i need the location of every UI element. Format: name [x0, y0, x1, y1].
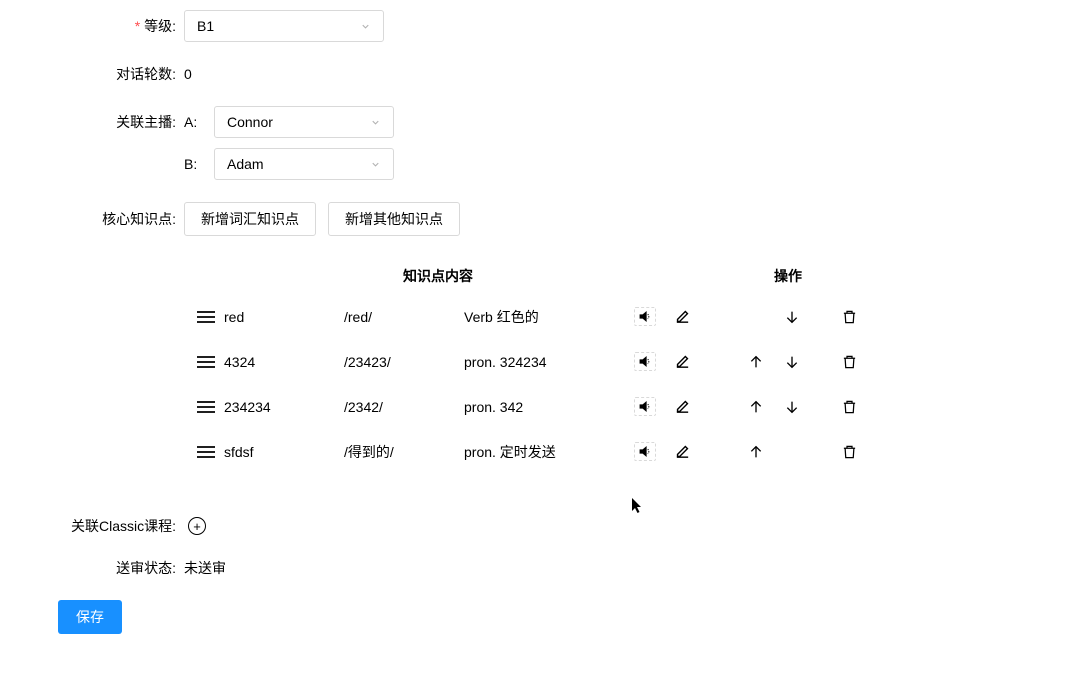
drag-handle-icon[interactable] — [188, 399, 224, 415]
cell-word: red — [224, 309, 344, 325]
add-other-button[interactable]: 新增其他知识点 — [328, 202, 460, 236]
table-row: 4324/23423/pron. 324234 — [188, 339, 888, 384]
delete-icon[interactable] — [842, 354, 857, 370]
sound-icon[interactable] — [634, 352, 656, 371]
header-action: 操作 — [688, 266, 888, 286]
table-row: red/red/Verb 红色的 — [188, 294, 888, 339]
sound-icon[interactable] — [634, 442, 656, 461]
host-a-sublabel: A: — [184, 114, 202, 130]
knowledge-table: 知识点内容 操作 red/red/Verb 红色的4324/23423/pron… — [188, 258, 888, 474]
cell-phonetic: /23423/ — [344, 354, 464, 370]
host-a-select[interactable]: Connor — [214, 106, 394, 138]
save-button[interactable]: 保存 — [58, 600, 122, 634]
move-down-icon[interactable] — [784, 354, 800, 370]
edit-icon[interactable] — [674, 353, 691, 370]
level-label: 等级: — [0, 16, 184, 36]
cell-word: sfdsf — [224, 444, 344, 460]
edit-icon[interactable] — [674, 398, 691, 415]
header-content: 知识点内容 — [188, 266, 688, 286]
chevron-down-icon — [370, 117, 381, 128]
cell-phonetic: /得到的/ — [344, 442, 464, 462]
add-vocab-button[interactable]: 新增词汇知识点 — [184, 202, 316, 236]
edit-icon[interactable] — [674, 443, 691, 460]
sound-icon[interactable] — [634, 307, 656, 326]
cursor-icon — [632, 498, 644, 514]
add-classic-button[interactable] — [188, 517, 206, 535]
drag-handle-icon[interactable] — [188, 354, 224, 370]
status-value: 未送审 — [184, 558, 226, 578]
delete-icon[interactable] — [842, 444, 857, 460]
delete-icon[interactable] — [842, 309, 857, 325]
chevron-down-icon — [370, 159, 381, 170]
table-header: 知识点内容 操作 — [188, 258, 888, 294]
hosts-label: 关联主播: — [0, 106, 184, 132]
cell-description: Verb 红色的 — [464, 307, 634, 327]
turns-value: 0 — [184, 66, 192, 82]
status-label: 送审状态: — [0, 558, 184, 578]
drag-handle-icon[interactable] — [188, 309, 224, 325]
move-down-icon[interactable] — [784, 309, 800, 325]
core-label: 核心知识点: — [0, 209, 184, 229]
level-value: B1 — [197, 18, 214, 34]
move-up-icon[interactable] — [748, 399, 764, 415]
drag-handle-icon[interactable] — [188, 444, 224, 460]
move-up-icon[interactable] — [748, 354, 764, 370]
cell-description: pron. 342 — [464, 399, 634, 415]
cell-word: 4324 — [224, 354, 344, 370]
sound-icon[interactable] — [634, 397, 656, 416]
host-b-select[interactable]: Adam — [214, 148, 394, 180]
host-b-sublabel: B: — [184, 156, 202, 172]
level-select[interactable]: B1 — [184, 10, 384, 42]
cell-description: pron. 定时发送 — [464, 442, 634, 462]
move-down-icon[interactable] — [784, 399, 800, 415]
chevron-down-icon — [360, 21, 371, 32]
classic-label: 关联Classic课程: — [0, 516, 184, 536]
delete-icon[interactable] — [842, 399, 857, 415]
table-row: sfdsf/得到的/pron. 定时发送 — [188, 429, 888, 474]
cell-phonetic: /2342/ — [344, 399, 464, 415]
move-up-icon[interactable] — [748, 444, 764, 460]
host-b-value: Adam — [227, 156, 264, 172]
cell-description: pron. 324234 — [464, 354, 634, 370]
table-row: 234234/2342/pron. 342 — [188, 384, 888, 429]
host-a-value: Connor — [227, 114, 273, 130]
cell-word: 234234 — [224, 399, 344, 415]
edit-icon[interactable] — [674, 308, 691, 325]
turns-label: 对话轮数: — [0, 64, 184, 84]
cell-phonetic: /red/ — [344, 309, 464, 325]
